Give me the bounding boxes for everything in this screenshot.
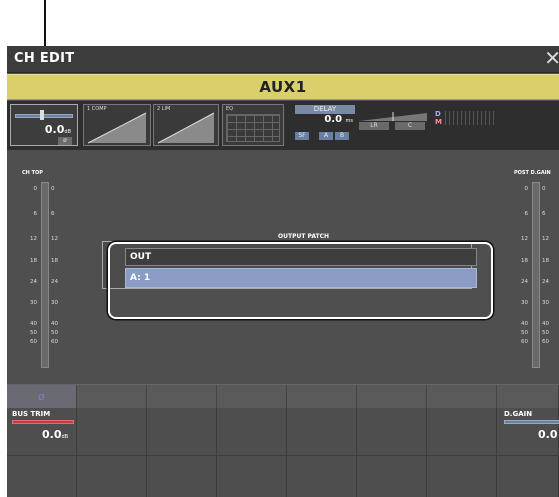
bus-trim-value: 0.0dB — [42, 428, 69, 441]
meter-tick-label: 60 — [51, 339, 58, 345]
bus-trim-label: BUS TRIM — [12, 410, 51, 418]
cell-7[interactable] — [427, 408, 497, 497]
d-gain-slider[interactable] — [504, 420, 559, 424]
grid-divider — [7, 455, 559, 456]
tab-5[interactable] — [287, 385, 357, 408]
comp-module[interactable]: 1 COMP — [83, 104, 151, 146]
tab-phase[interactable]: ø — [7, 385, 77, 408]
close-icon[interactable]: ✕ — [544, 47, 559, 69]
meter-tick-label: 6 — [33, 211, 38, 217]
pan-shape-icon — [359, 112, 427, 121]
d-gain-label: D.GAIN — [504, 410, 533, 418]
meter-tick-label: 0 — [51, 186, 55, 192]
meter-tick-label: 30 — [51, 300, 58, 306]
meter-tick-label: 0 — [524, 186, 529, 192]
left-meter-title: CH TOP — [22, 170, 43, 176]
meter-tick-label: 6 — [542, 211, 546, 217]
eq-graph — [226, 114, 280, 142]
meter-tick-label: 30 — [30, 300, 37, 306]
title-bar: CH EDIT ✕ — [7, 46, 559, 73]
meter-tick-label: 18 — [51, 258, 58, 264]
meter-tick-label: 60 — [521, 339, 528, 345]
meter-tick-label: 40 — [521, 321, 528, 327]
meter-tick-label: 6 — [51, 211, 55, 217]
channel-name[interactable]: AUX1 — [7, 74, 559, 100]
delay-module[interactable]: DELAY 0.0 ms SF A B — [295, 105, 355, 141]
meter-tick-label: 30 — [521, 300, 528, 306]
delay-value: 0.0 ms — [324, 114, 353, 125]
left-meter — [41, 182, 49, 368]
meter-tick-label: 30 — [542, 300, 549, 306]
delay-label: DELAY — [295, 105, 355, 114]
comp-curve-icon — [87, 112, 147, 144]
meter-tick-label: 12 — [51, 236, 58, 242]
cell-4[interactable] — [217, 408, 287, 497]
m-label: M — [435, 118, 442, 126]
window-title: CH EDIT — [14, 51, 75, 66]
callout-highlight — [108, 242, 493, 319]
meter-tick-label: 50 — [542, 330, 549, 336]
meter-tick-label: 40 — [51, 321, 58, 327]
meter-tick-label: 40 — [30, 321, 37, 327]
meter-tick-label: 18 — [542, 258, 549, 264]
dm-meter — [445, 111, 495, 125]
meter-tick-label: 18 — [30, 258, 37, 264]
meter-tick-label: 24 — [30, 279, 37, 285]
right-meter-title: POST D.GAIN — [514, 170, 551, 176]
cell-2[interactable] — [77, 408, 147, 497]
meter-tick-label: 12 — [542, 236, 549, 242]
meter-tick-label: 60 — [542, 339, 549, 345]
meter-tick-label: 40 — [542, 321, 549, 327]
right-meter — [532, 182, 540, 368]
delay-a-button[interactable]: A — [319, 132, 333, 140]
tab-8[interactable] — [497, 385, 559, 408]
phase-button[interactable]: ø — [58, 137, 72, 145]
meter-tick-label: 50 — [30, 330, 37, 336]
pan-lr-button[interactable]: LR — [359, 122, 389, 130]
lim-module[interactable]: 2 LIM — [153, 104, 219, 146]
cell-5[interactable] — [287, 408, 357, 497]
meter-tick-label: 0 — [542, 186, 546, 192]
fader-knob — [40, 110, 44, 120]
eq-module[interactable]: EQ — [222, 104, 284, 146]
meter-tick-label: 0 — [33, 186, 38, 192]
cell-3[interactable] — [147, 408, 217, 497]
d-label: D — [435, 110, 441, 118]
tab-3[interactable] — [147, 385, 217, 408]
sf-button[interactable]: SF — [295, 132, 309, 140]
bus-trim-slider[interactable] — [12, 420, 74, 424]
meter-tick-label: 12 — [30, 236, 37, 242]
fader-bar — [15, 114, 73, 118]
meter-tick-label: 24 — [521, 279, 528, 285]
dm-indicator: D M — [435, 110, 442, 126]
tab-7[interactable] — [427, 385, 497, 408]
meter-tick-label: 18 — [521, 258, 528, 264]
pan-c-button[interactable]: C — [395, 122, 425, 130]
meter-tick-label: 24 — [542, 279, 549, 285]
d-gain-value: 0.0 — [538, 428, 558, 441]
meter-tick-label: 60 — [30, 339, 37, 345]
tab-4[interactable] — [217, 385, 287, 408]
meter-tick-label: 50 — [51, 330, 58, 336]
pan-module[interactable]: LR C — [357, 112, 429, 132]
meter-tick-label: 12 — [521, 236, 528, 242]
bottom-panel: BUS TRIM 0.0dB D.GAIN 0.0 — [7, 408, 559, 497]
delay-b-button[interactable]: B — [335, 132, 349, 140]
meter-tick-label: 6 — [524, 211, 529, 217]
meter-tick-label: 24 — [51, 279, 58, 285]
meter-tick-label: 50 — [521, 330, 528, 336]
tab-6[interactable] — [357, 385, 427, 408]
eq-label: EQ — [226, 106, 234, 112]
tab-2[interactable] — [77, 385, 147, 408]
output-patch-title: OUTPUT PATCH — [278, 233, 330, 240]
tab-row: ø — [7, 384, 559, 408]
fader-module[interactable]: 0.0dB ø — [10, 104, 78, 146]
lim-curve-icon — [157, 112, 215, 144]
module-strip: 0.0dB ø 1 COMP 2 LIM EQ DELAY 0.0 ms SF … — [7, 101, 559, 150]
fader-value: 0.0dB — [44, 123, 71, 136]
cell-6[interactable] — [357, 408, 427, 497]
